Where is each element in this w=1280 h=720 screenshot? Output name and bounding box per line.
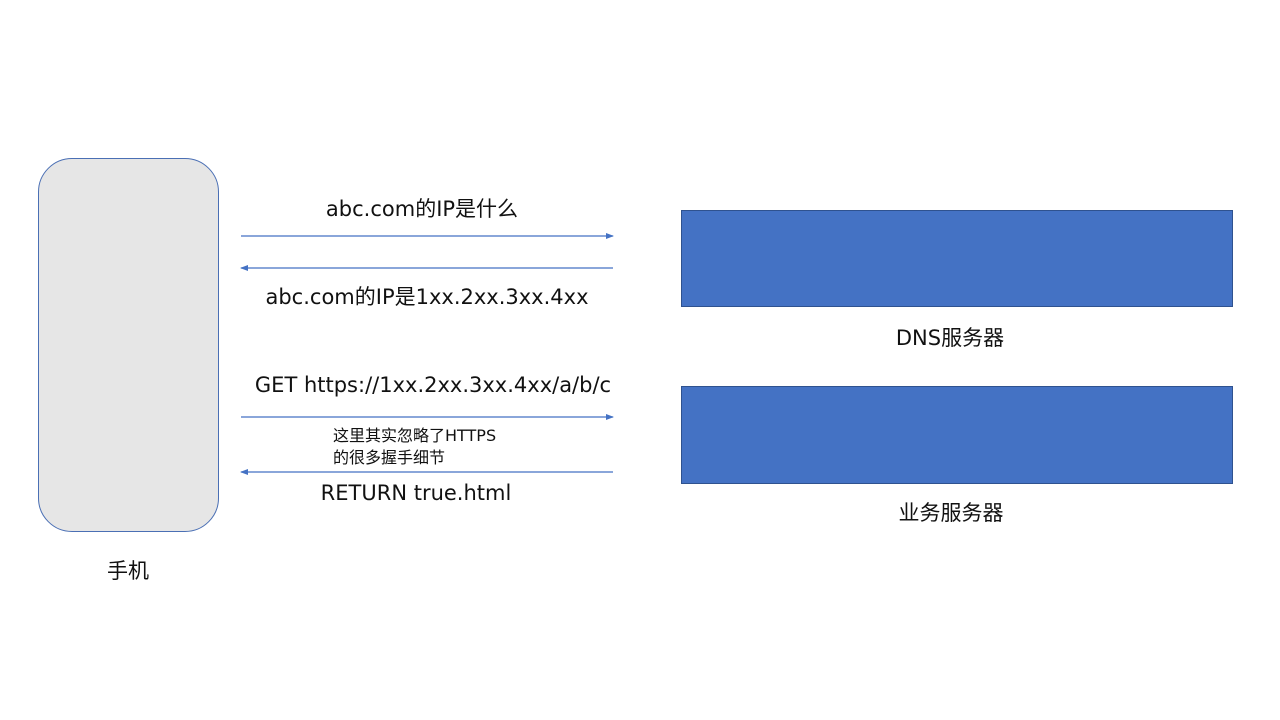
dns-query-label: abc.com的IP是什么 <box>325 197 519 221</box>
http-request-label: GET https://1xx.2xx.3xx.4xx/a/b/c <box>254 373 612 397</box>
dns-response-label: abc.com的IP是1xx.2xx.3xx.4xx <box>265 285 589 309</box>
http-response-label: RETURN true.html <box>320 481 512 505</box>
https-note-line1: 这里其实忽略了HTTPS <box>333 426 497 445</box>
https-note-line2: 的很多握手细节 <box>333 448 446 467</box>
https-note: 这里其实忽略了HTTPS 的很多握手细节 <box>333 425 496 469</box>
message-arrows <box>240 233 614 475</box>
